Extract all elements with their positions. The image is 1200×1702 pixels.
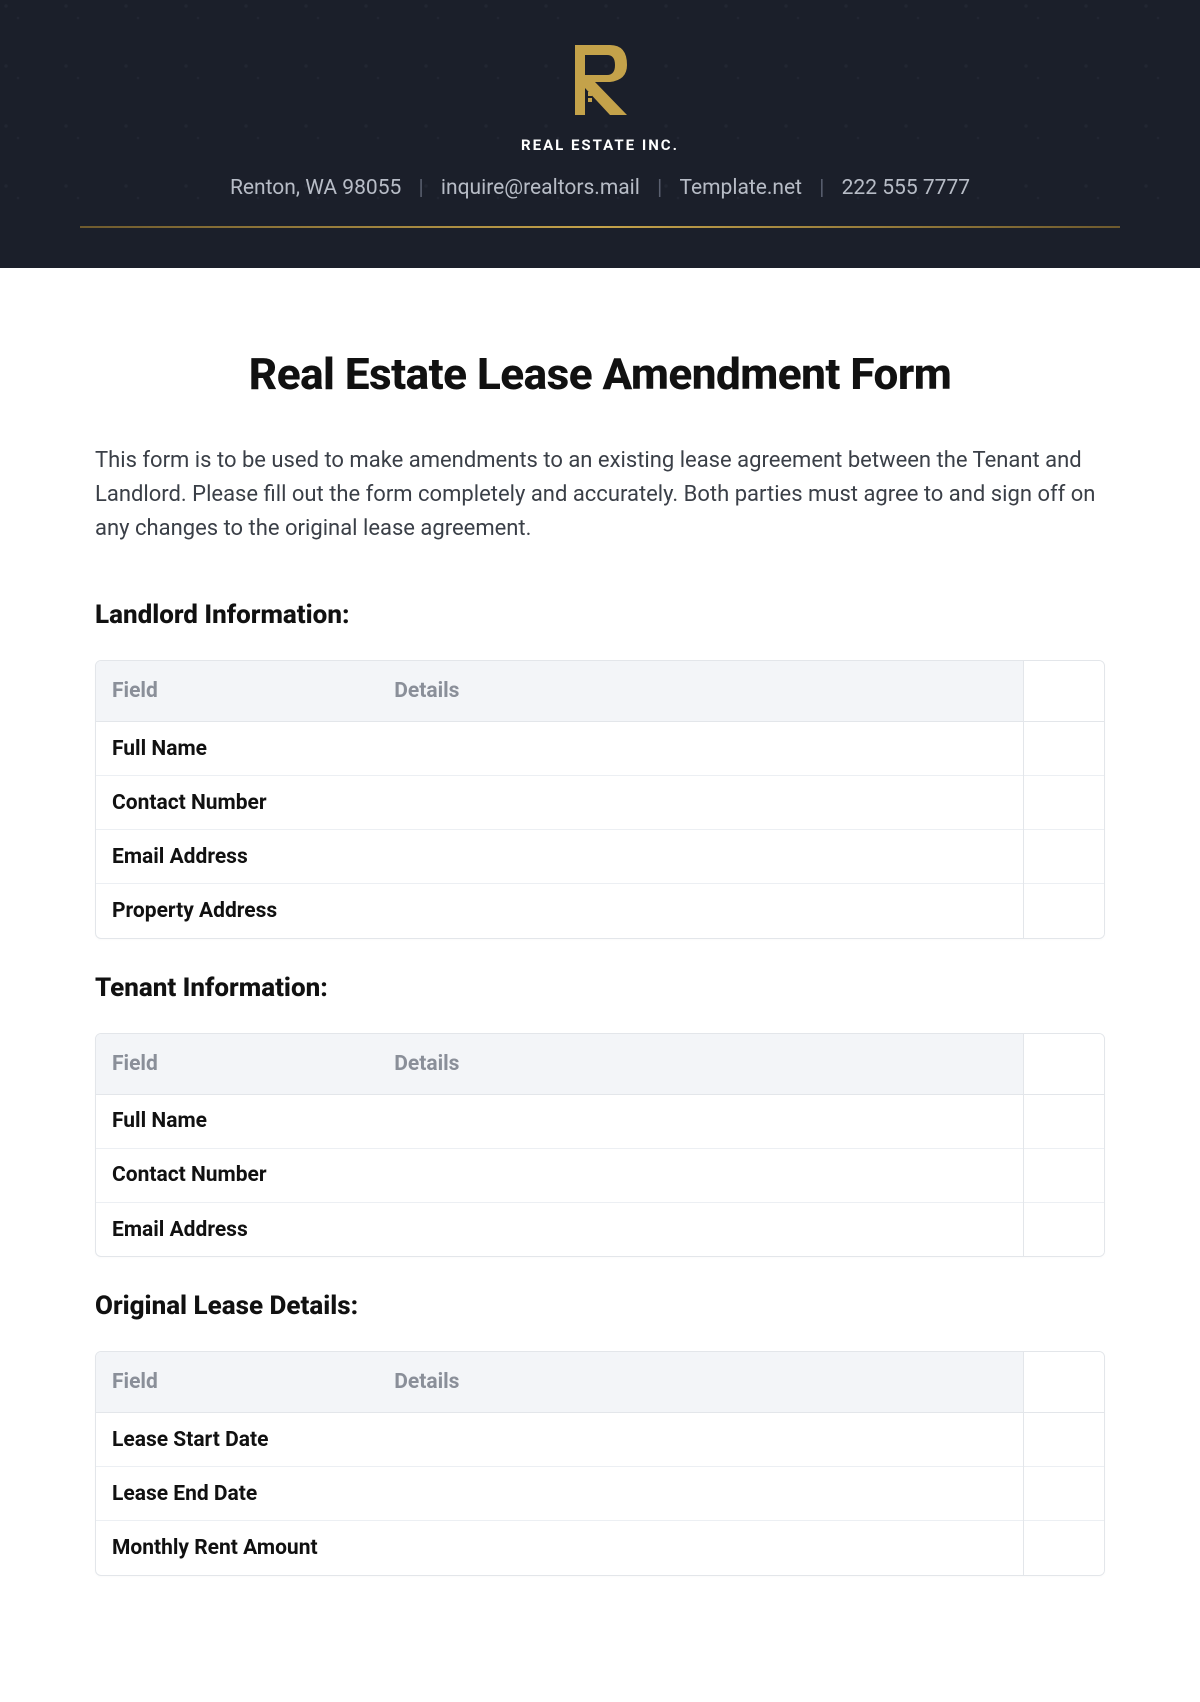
table-row: Lease End Date [96,1467,1104,1521]
field-label: Lease End Date [96,1467,378,1521]
column-header-details: Details [378,1034,1023,1095]
field-label: Email Address [96,1202,378,1256]
field-input[interactable] [378,884,1023,938]
page-title: Real Estate Lease Amendment Form [95,348,1105,400]
column-header-field: Field [96,1352,378,1413]
original-lease-heading: Original Lease Details: [95,1291,1105,1321]
extra-cell [1023,1521,1104,1575]
landlord-table: Field Details Full Name Contact Number [95,660,1105,939]
extra-cell [1023,722,1104,776]
field-label: Contact Number [96,776,378,830]
field-label: Property Address [96,884,378,938]
contact-info-row: Renton, WA 98055 | inquire@realtors.mail… [0,176,1200,226]
landlord-heading: Landlord Information: [95,600,1105,630]
contact-email: inquire@realtors.mail [435,176,646,200]
extra-cell [1023,1467,1104,1521]
intro-paragraph: This form is to be used to make amendmen… [95,444,1105,546]
field-input[interactable] [378,1202,1023,1256]
field-input[interactable] [378,776,1023,830]
field-input[interactable] [378,1521,1023,1575]
column-header-details: Details [378,661,1023,722]
extra-cell [1023,1202,1104,1256]
field-label: Lease Start Date [96,1413,378,1467]
field-input[interactable] [378,1413,1023,1467]
column-header-field: Field [96,661,378,722]
table-row: Contact Number [96,1148,1104,1202]
field-label: Full Name [96,1094,378,1148]
field-input[interactable] [378,1094,1023,1148]
contact-address: Renton, WA 98055 [224,176,407,200]
table-row: Lease Start Date [96,1413,1104,1467]
separator: | [651,176,668,200]
field-label: Email Address [96,830,378,884]
table-row: Monthly Rent Amount [96,1521,1104,1575]
field-input[interactable] [378,830,1023,884]
field-input[interactable] [378,1148,1023,1202]
separator: | [413,176,430,200]
field-label: Monthly Rent Amount [96,1521,378,1575]
table-row: Contact Number [96,776,1104,830]
column-header-extra [1023,661,1104,722]
logo-icon [555,40,645,120]
field-label: Full Name [96,722,378,776]
column-header-field: Field [96,1034,378,1095]
tenant-heading: Tenant Information: [95,973,1105,1003]
company-name: REAL ESTATE INC. [0,136,1200,154]
separator: | [813,176,830,200]
document-body: Real Estate Lease Amendment Form This fo… [0,268,1200,1576]
table-row: Email Address [96,1202,1104,1256]
original-lease-table: Field Details Lease Start Date Lease End… [95,1351,1105,1576]
document-header: REAL ESTATE INC. Renton, WA 98055 | inqu… [0,0,1200,268]
header-bottom-space [0,228,1200,268]
field-input[interactable] [378,722,1023,776]
field-label: Contact Number [96,1148,378,1202]
tenant-table: Field Details Full Name Contact Number [95,1033,1105,1258]
table-row: Property Address [96,884,1104,938]
extra-cell [1023,1094,1104,1148]
table-row: Full Name [96,1094,1104,1148]
table-row: Full Name [96,722,1104,776]
contact-website: Template.net [673,176,808,200]
column-header-extra [1023,1034,1104,1095]
column-header-details: Details [378,1352,1023,1413]
field-input[interactable] [378,1467,1023,1521]
extra-cell [1023,1148,1104,1202]
extra-cell [1023,1413,1104,1467]
table-row: Email Address [96,830,1104,884]
extra-cell [1023,776,1104,830]
extra-cell [1023,884,1104,938]
column-header-extra [1023,1352,1104,1413]
logo-block: REAL ESTATE INC. [0,40,1200,154]
extra-cell [1023,830,1104,884]
contact-phone: 222 555 7777 [836,176,976,200]
